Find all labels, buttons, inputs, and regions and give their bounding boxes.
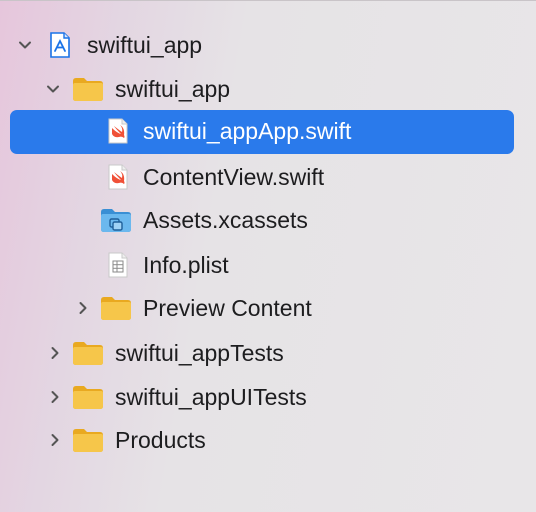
folder-icon [72,384,104,410]
tree-row-label: swiftui_app [115,76,231,102]
tree-row-swiftui-appapp-swift[interactable]: swiftui_appApp.swift [0,110,536,154]
tree-row-label: ContentView.swift [143,164,325,190]
tree-row-products[interactable]: Products [0,419,536,461]
tree-row-contentview-swift[interactable]: ContentView.swift [0,156,536,198]
tree-row-label: swiftui_app [87,32,203,58]
chevron-down-icon[interactable] [18,38,32,52]
folder-icon [100,295,132,321]
chevron-right-icon[interactable] [76,301,90,315]
tree-row-group-swiftui-app[interactable]: swiftui_app [0,68,536,110]
tree-row-label: Assets.xcassets [143,207,308,233]
swift-file-icon [102,118,134,144]
tree-row-label: swiftui_appTests [115,340,284,366]
tree-row-label: swiftui_appApp.swift [143,118,352,144]
asset-catalog-icon [100,207,132,233]
tree-row-label: Info.plist [143,252,229,278]
tree-row-project[interactable]: swiftui_app [0,24,536,66]
folder-icon [72,76,104,102]
chevron-down-icon[interactable] [46,82,60,96]
tree-row-label: Products [115,427,206,453]
swift-file-icon [102,164,134,190]
tree-row-swiftui-apptests[interactable]: swiftui_appTests [0,332,536,374]
folder-icon [72,427,104,453]
xcode-project-icon [44,32,76,58]
tree-row-assets-xcassets[interactable]: Assets.xcassets [0,199,536,241]
tree-row-swiftui-appuitests[interactable]: swiftui_appUITests [0,376,536,418]
plist-file-icon [102,252,134,278]
folder-icon [72,340,104,366]
chevron-right-icon[interactable] [48,390,62,404]
tree-row-label: swiftui_appUITests [115,384,307,410]
tree-row-label: Preview Content [143,295,312,321]
chevron-right-icon[interactable] [48,433,62,447]
chevron-right-icon[interactable] [48,346,62,360]
tree-row-info-plist[interactable]: Info.plist [0,244,536,286]
top-edge-divider [0,0,536,1]
tree-row-preview-content[interactable]: Preview Content [0,287,536,329]
